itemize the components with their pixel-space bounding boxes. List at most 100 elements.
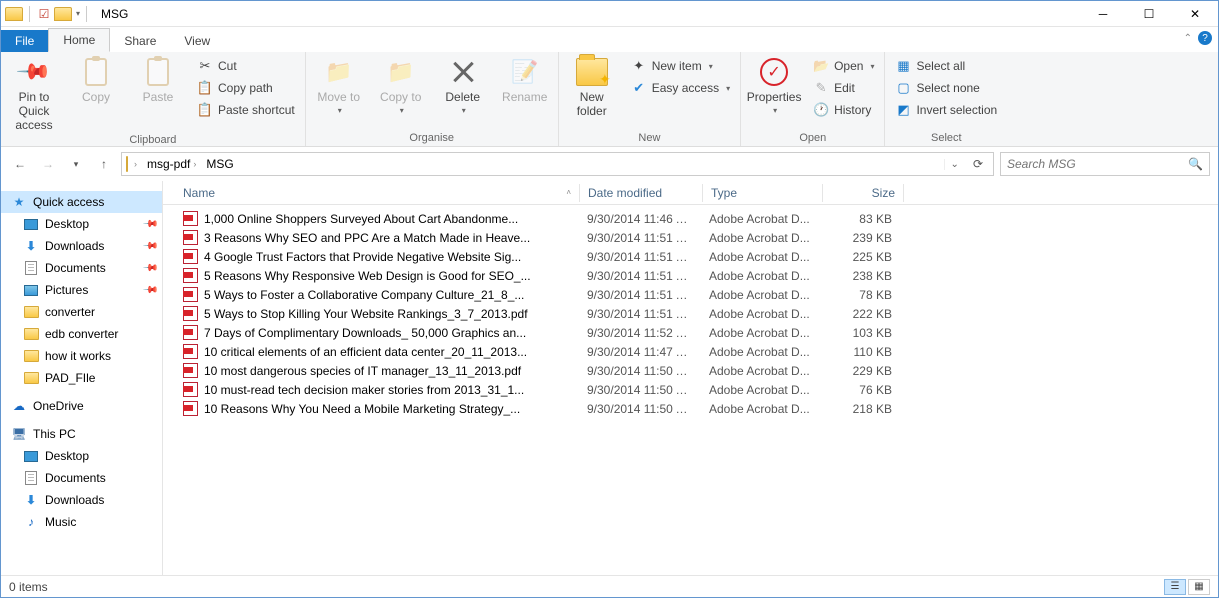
copy-to-button[interactable]: 📁 Copy to▾ [374,56,428,115]
search-box[interactable]: 🔍 [1000,152,1210,176]
invert-selection-icon: ◩ [895,102,911,118]
collapse-ribbon-icon[interactable]: ⌃ [1184,33,1192,44]
up-button[interactable]: ↑ [93,153,115,175]
qat-properties-icon[interactable]: ☑ [36,6,52,22]
folder-icon [23,326,39,342]
paste-shortcut-button[interactable]: 📋Paste shortcut [193,100,299,120]
file-row[interactable]: 5 Ways to Foster a Collaborative Company… [163,285,1218,304]
tab-share[interactable]: Share [110,30,170,52]
cut-button[interactable]: ✂Cut [193,56,299,76]
refresh-button[interactable]: ⟳ [967,157,989,171]
nav-folder-converter[interactable]: converter [1,301,162,323]
copy-path-icon: 📋 [197,80,213,96]
new-item-button[interactable]: ✦New item▾ [627,56,734,76]
nav-downloads[interactable]: ⬇Downloads📌 [1,235,162,257]
path-dropdown-icon[interactable]: ⌄ [944,159,965,170]
edit-button[interactable]: ✎Edit [809,78,878,98]
file-row[interactable]: 3 Reasons Why SEO and PPC Are a Match Ma… [163,228,1218,247]
separator [86,6,87,22]
tab-home[interactable]: Home [48,28,110,52]
file-type: Adobe Acrobat D... [701,269,820,283]
breadcrumb[interactable]: › msg-pdf› MSG ⌄ ⟳ [121,152,994,176]
qat-newfolder-icon[interactable] [54,7,72,21]
invert-selection-button[interactable]: ◩Invert selection [891,100,1001,120]
move-to-button[interactable]: 📁 Move to▾ [312,56,366,115]
details-view-button[interactable]: ☰ [1164,579,1186,595]
new-folder-button[interactable]: New folder [565,56,619,118]
select-none-icon: ▢ [895,80,911,96]
tab-file[interactable]: File [1,30,48,52]
file-row[interactable]: 10 Reasons Why You Need a Mobile Marketi… [163,399,1218,418]
help-icon[interactable]: ? [1198,31,1212,45]
chevron-right-icon[interactable]: › [134,159,137,169]
move-to-icon: 📁 [323,56,355,88]
nav-folder-how-it-works[interactable]: how it works [1,345,162,367]
nav-downloads-2[interactable]: ⬇Downloads [1,489,162,511]
back-button[interactable]: ← [9,153,31,175]
file-date: 9/30/2014 11:47 AM [579,345,701,359]
easy-access-button[interactable]: ✔Easy access▾ [627,78,734,98]
file-row[interactable]: 5 Reasons Why Responsive Web Design is G… [163,266,1218,285]
pin-to-quick-access-button[interactable]: 📌 Pin to Quick access [7,56,61,132]
nav-pictures[interactable]: Pictures📌 [1,279,162,301]
file-row[interactable]: 4 Google Trust Factors that Provide Nega… [163,247,1218,266]
nav-documents-2[interactable]: Documents [1,467,162,489]
file-name: 10 most dangerous species of IT manager_… [204,364,521,378]
nav-music[interactable]: ♪Music [1,511,162,533]
properties-button[interactable]: ✓ Properties▾ [747,56,801,115]
nav-quick-access[interactable]: ★Quick access [1,191,162,213]
file-row[interactable]: 10 critical elements of an efficient dat… [163,342,1218,361]
tab-view[interactable]: View [170,30,224,52]
file-type: Adobe Acrobat D... [701,383,820,397]
file-row[interactable]: 1,000 Online Shoppers Surveyed About Car… [163,209,1218,228]
minimize-button[interactable]: ─ [1080,1,1126,27]
nav-desktop-2[interactable]: Desktop [1,445,162,467]
nav-documents[interactable]: Documents📌 [1,257,162,279]
folder-icon [126,157,128,171]
file-rows[interactable]: 1,000 Online Shoppers Surveyed About Car… [163,205,1218,575]
file-row[interactable]: 10 most dangerous species of IT manager_… [163,361,1218,380]
file-row[interactable]: 10 must-read tech decision maker stories… [163,380,1218,399]
rename-button[interactable]: 📝 Rename [498,56,552,104]
col-type[interactable]: Type [703,186,822,200]
file-name: 10 critical elements of an efficient dat… [204,345,527,359]
file-row[interactable]: 7 Days of Complimentary Downloads_ 50,00… [163,323,1218,342]
breadcrumb-seg[interactable]: msg-pdf› [143,157,200,171]
forward-button[interactable]: → [37,153,59,175]
nav-folder-edb-converter[interactable]: edb converter [1,323,162,345]
col-date[interactable]: Date modified [580,186,702,200]
col-name[interactable]: Name˄ [175,186,579,200]
file-date: 9/30/2014 11:50 AM [579,364,701,378]
downloads-icon: ⬇ [23,238,39,254]
history-button[interactable]: 🕐History [809,100,878,120]
copy-path-button[interactable]: 📋Copy path [193,78,299,98]
pdf-icon [183,287,198,302]
large-icons-view-button[interactable]: ▦ [1188,579,1210,595]
label: Pin to Quick access [7,90,61,132]
close-button[interactable]: ✕ [1172,1,1218,27]
delete-button[interactable]: Delete▾ [436,56,490,115]
file-type: Adobe Acrobat D... [701,288,820,302]
pictures-icon [23,282,39,298]
recent-dropdown[interactable]: ▾ [65,153,87,175]
nav-folder-pad-file[interactable]: PAD_FIle [1,367,162,389]
open-button[interactable]: 📂Open▾ [809,56,878,76]
select-all-button[interactable]: ▦Select all [891,56,1001,76]
nav-desktop[interactable]: Desktop📌 [1,213,162,235]
search-input[interactable] [1007,157,1188,171]
qat-dropdown-icon[interactable]: ▾ [76,9,80,18]
col-size[interactable]: Size [823,186,903,200]
maximize-button[interactable]: ☐ [1126,1,1172,27]
edit-icon: ✎ [813,80,829,96]
file-name: 10 Reasons Why You Need a Mobile Marketi… [204,402,520,416]
breadcrumb-seg[interactable]: MSG [202,157,237,171]
pdf-icon [183,268,198,283]
navigation-pane[interactable]: ★Quick access Desktop📌 ⬇Downloads📌 Docum… [1,181,163,575]
file-type: Adobe Acrobat D... [701,364,820,378]
paste-button[interactable]: Paste [131,56,185,104]
copy-button[interactable]: Copy [69,56,123,104]
file-row[interactable]: 5 Ways to Stop Killing Your Website Rank… [163,304,1218,323]
nav-onedrive[interactable]: ☁OneDrive [1,395,162,417]
nav-this-pc[interactable]: 🖥This PC [1,423,162,445]
select-none-button[interactable]: ▢Select none [891,78,1001,98]
